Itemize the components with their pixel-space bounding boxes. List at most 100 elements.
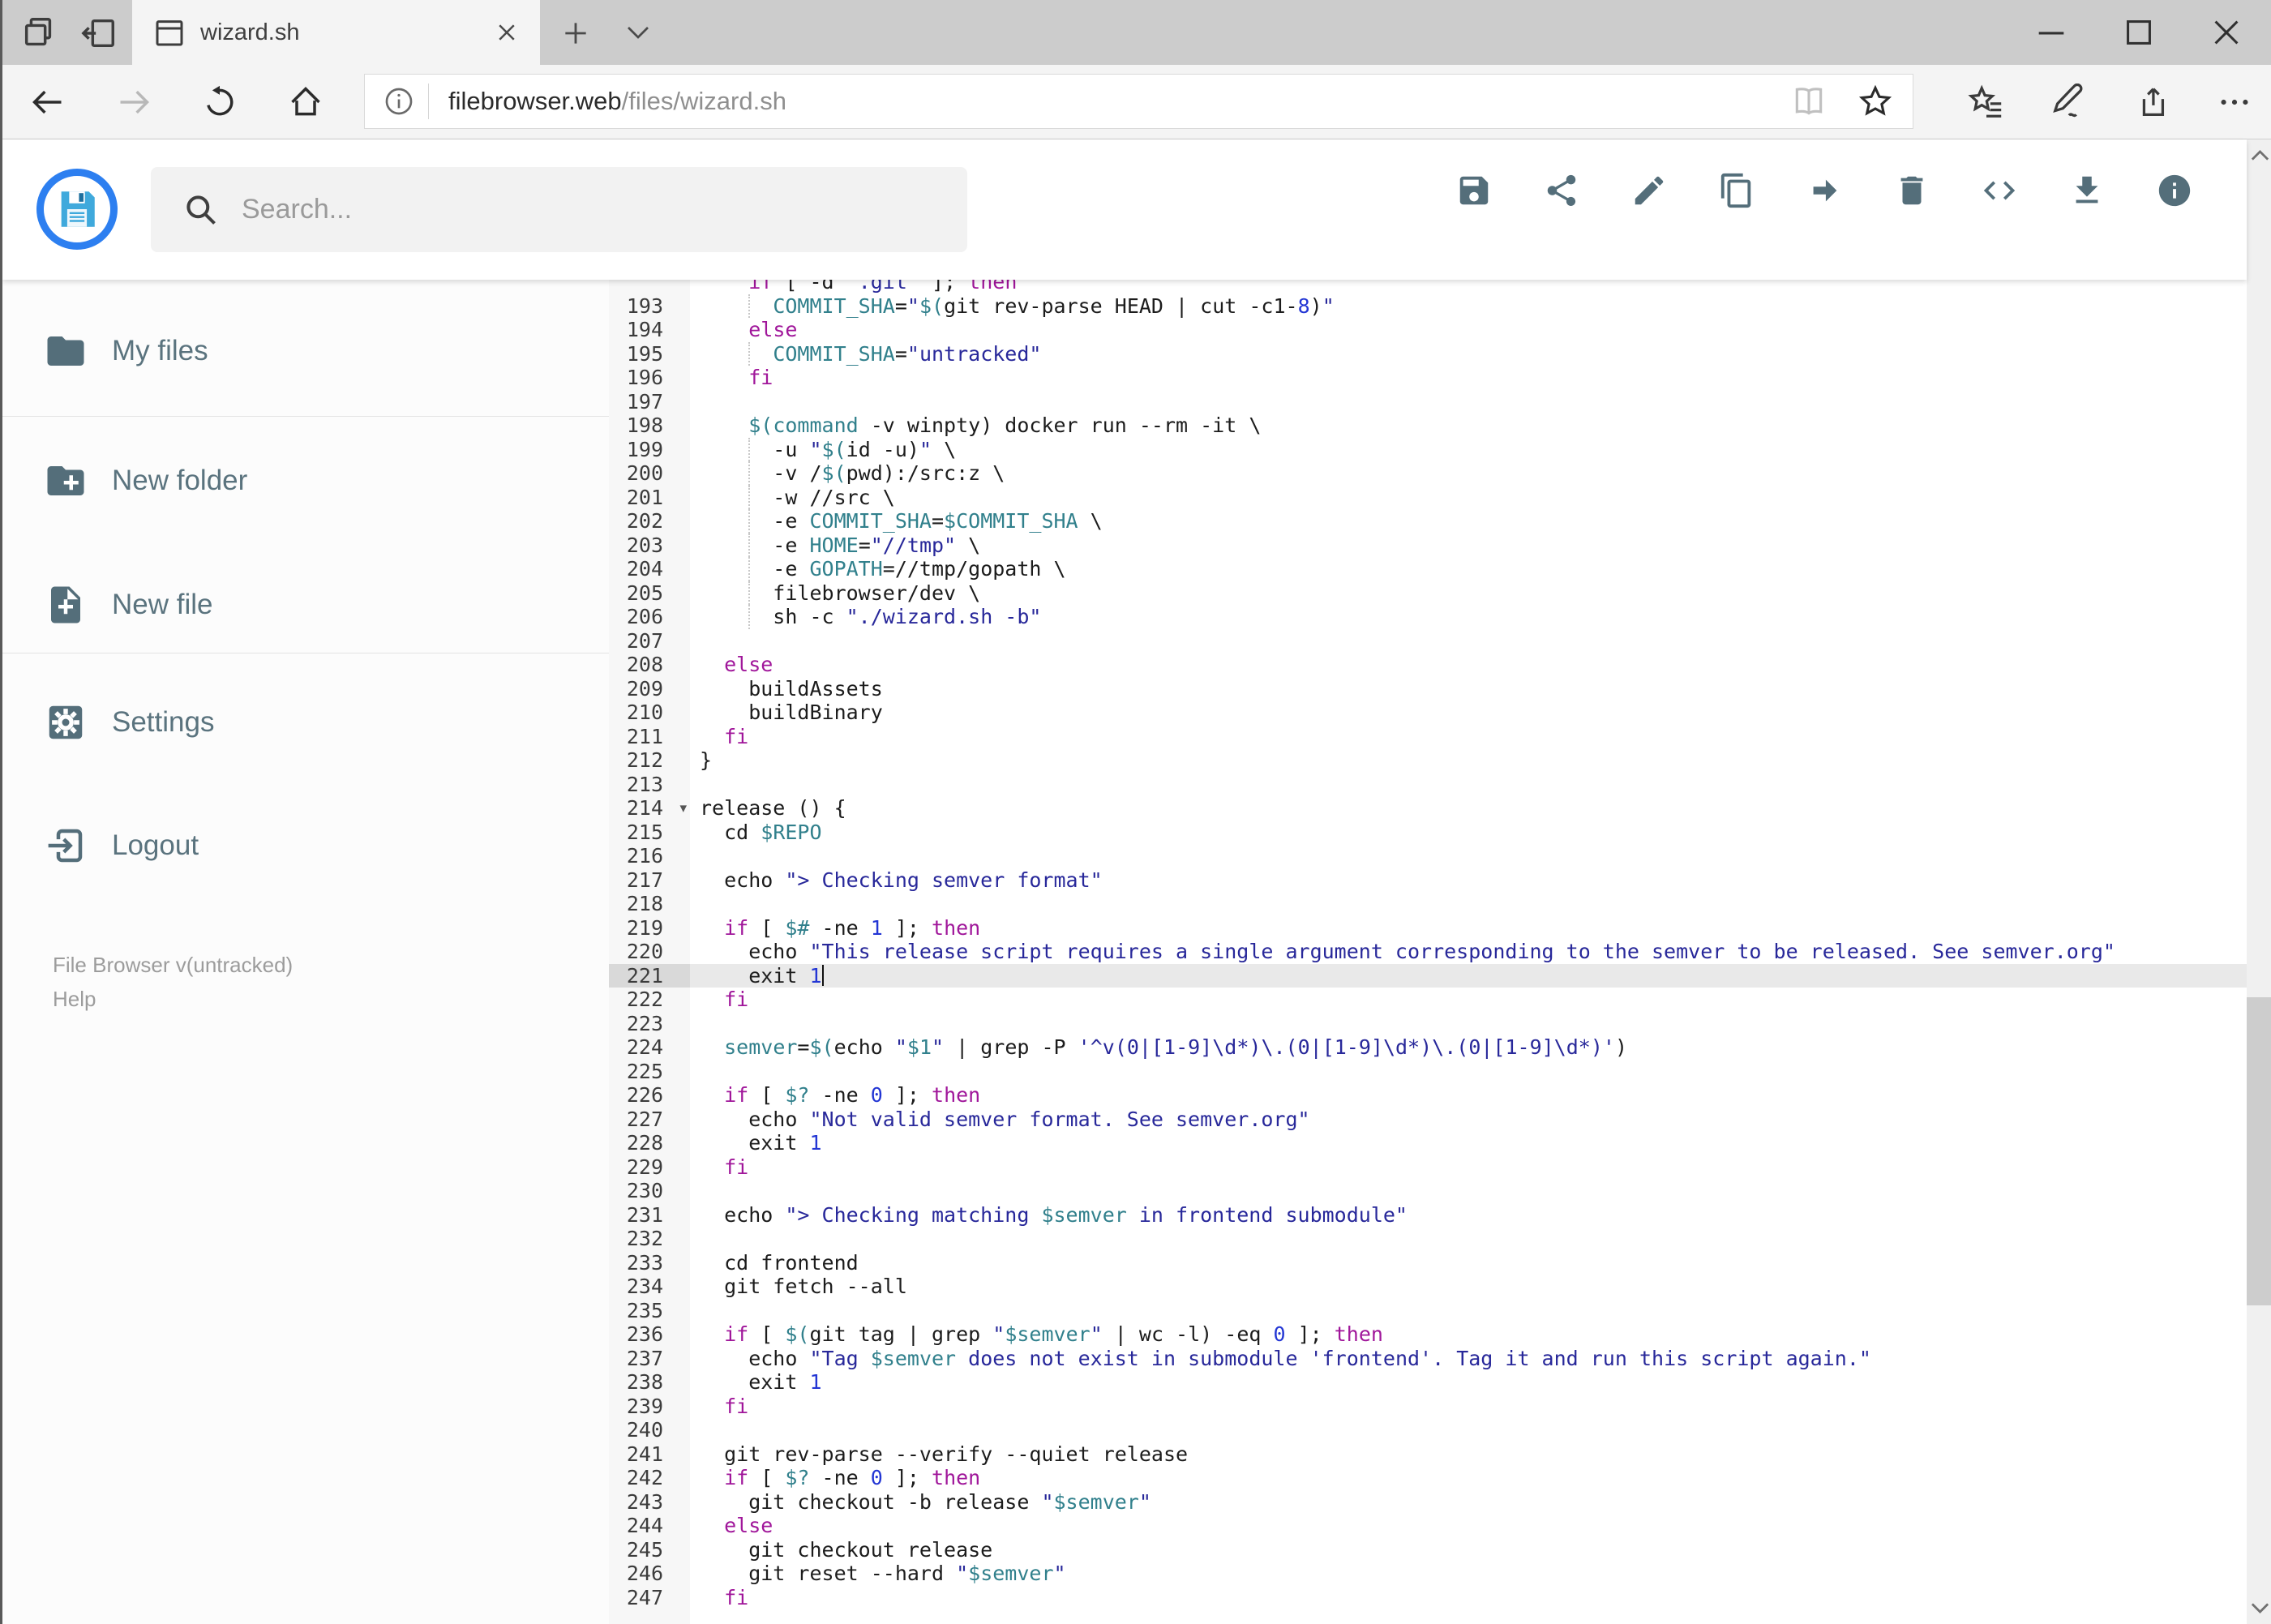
code-line[interactable]: 206 sh -c "./wizard.sh -b": [609, 605, 2247, 629]
code-button[interactable]: [1981, 172, 2018, 209]
sidebar-item-settings[interactable]: Settings: [2, 692, 609, 753]
maximize-button[interactable]: [2120, 14, 2157, 51]
sidebar-item-logout[interactable]: Logout: [2, 815, 609, 876]
code-line[interactable]: 209 buildAssets: [609, 676, 2247, 701]
code-line[interactable]: 210 buildBinary: [609, 701, 2247, 725]
site-info-icon[interactable]: [383, 85, 415, 118]
code-line[interactable]: 227 echo "Not valid semver format. See s…: [609, 1107, 2247, 1131]
favorites-hub-button[interactable]: [1968, 84, 2005, 121]
tabs-aside-button[interactable]: [20, 15, 58, 52]
code-line[interactable]: 220 echo "This release script requires a…: [609, 940, 2247, 964]
web-note-button[interactable]: [2050, 84, 2088, 121]
back-button[interactable]: [30, 84, 66, 120]
code-line[interactable]: 246 git reset --hard "$semver": [609, 1562, 2247, 1586]
search-input[interactable]: [240, 193, 967, 226]
code-line[interactable]: 215 cd $REPO: [609, 820, 2247, 844]
code-line[interactable]: 242 if [ $? -ne 0 ]; then: [609, 1466, 2247, 1490]
code-line[interactable]: 213: [609, 772, 2247, 796]
code-line[interactable]: 202 -e COMMIT_SHA=$COMMIT_SHA \: [609, 509, 2247, 533]
code-line[interactable]: 245 git checkout release: [609, 1537, 2247, 1562]
code-line[interactable]: 201 -w //src \: [609, 485, 2247, 509]
code-line[interactable]: 236 if [ $(git tag | grep "$semver" | wc…: [609, 1322, 2247, 1347]
code-line[interactable]: 234 git fetch --all: [609, 1275, 2247, 1299]
code-line[interactable]: 228 exit 1: [609, 1131, 2247, 1155]
scroll-down-arrow-icon[interactable]: [2247, 1594, 2271, 1621]
code-line[interactable]: 237 echo "Tag $semver does not exist in …: [609, 1346, 2247, 1370]
address-bar[interactable]: filebrowser.web/files/wizard.sh: [364, 74, 1913, 129]
favorite-star-icon[interactable]: [1858, 84, 1893, 119]
delete-button[interactable]: [1893, 172, 1930, 209]
home-button[interactable]: [288, 84, 324, 120]
code-line[interactable]: 233 cd frontend: [609, 1250, 2247, 1275]
code-line[interactable]: 244 else: [609, 1514, 2247, 1538]
code-line[interactable]: 240: [609, 1418, 2247, 1442]
code-line[interactable]: 247 fi: [609, 1585, 2247, 1609]
code-line[interactable]: 198 $(command -v winpty) docker run --rm…: [609, 413, 2247, 438]
reading-view-icon[interactable]: [1791, 84, 1827, 119]
download-button[interactable]: [2068, 172, 2106, 209]
app-logo[interactable]: [36, 169, 118, 250]
scrollbar-thumb[interactable]: [2247, 997, 2271, 1305]
code-line[interactable]: 238 exit 1: [609, 1370, 2247, 1395]
code-line[interactable]: 211 fi: [609, 724, 2247, 748]
code-line[interactable]: 232: [609, 1227, 2247, 1251]
code-line[interactable]: 194 else: [609, 318, 2247, 342]
share-button[interactable]: [1543, 172, 1580, 209]
browser-tab[interactable]: wizard.sh: [132, 0, 540, 65]
code-line[interactable]: 218: [609, 892, 2247, 916]
code-line[interactable]: if [ -d ".git" ]; then: [609, 280, 2247, 294]
scroll-up-arrow-icon[interactable]: [2247, 143, 2271, 169]
code-line[interactable]: 224 semver=$(echo "$1" | grep -P '^v(0|[…: [609, 1035, 2247, 1060]
code-line[interactable]: 222 fi: [609, 988, 2247, 1012]
more-options-button[interactable]: [2216, 84, 2253, 121]
code-line[interactable]: 207: [609, 628, 2247, 653]
minimize-button[interactable]: [2033, 14, 2070, 51]
move-button[interactable]: [1806, 172, 1843, 209]
code-line[interactable]: 195 COMMIT_SHA="untracked": [609, 341, 2247, 366]
code-line[interactable]: 241 git rev-parse --verify --quiet relea…: [609, 1442, 2247, 1466]
code-line[interactable]: 226 if [ $? -ne 0 ]; then: [609, 1083, 2247, 1108]
tab-preview-button[interactable]: [623, 23, 653, 44]
code-line[interactable]: 229 fi: [609, 1155, 2247, 1179]
sidebar-item-new-folder[interactable]: New folder: [2, 450, 609, 512]
code-line[interactable]: 199 -u "$(id -u)" \: [609, 437, 2247, 461]
close-window-button[interactable]: [2208, 14, 2245, 51]
code-line[interactable]: 219 if [ $# -ne 1 ]; then: [609, 915, 2247, 940]
code-line[interactable]: 196 fi: [609, 366, 2247, 390]
code-line[interactable]: 239 fi: [609, 1394, 2247, 1418]
sidebar-item-new-file[interactable]: New file: [2, 574, 609, 636]
code-editor[interactable]: if [ -d ".git" ]; then 193 COMMIT_SHA="$(…: [609, 280, 2247, 1624]
forward-button[interactable]: [116, 84, 152, 120]
tab-close-icon[interactable]: [495, 20, 519, 45]
edit-button[interactable]: [1630, 172, 1668, 209]
code-line[interactable]: 214 ▾ release () {: [609, 796, 2247, 821]
code-line[interactable]: 200 -v /$(pwd):/src:z \: [609, 461, 2247, 486]
code-line[interactable]: 230: [609, 1179, 2247, 1203]
new-tab-button[interactable]: [560, 18, 591, 49]
code-line[interactable]: 203 -e HOME="//tmp" \: [609, 533, 2247, 557]
code-line[interactable]: 235: [609, 1298, 2247, 1322]
code-line[interactable]: 243 git checkout -b release "$semver": [609, 1489, 2247, 1514]
code-line[interactable]: 223: [609, 1011, 2247, 1035]
code-line[interactable]: 204 -e GOPATH=//tmp/gopath \: [609, 557, 2247, 581]
code-line[interactable]: 193 COMMIT_SHA="$(git rev-parse HEAD | c…: [609, 294, 2247, 318]
code-line[interactable]: 205 filebrowser/dev \: [609, 581, 2247, 605]
fold-arrow-icon[interactable]: ▾: [679, 796, 687, 821]
copy-button[interactable]: [1718, 172, 1755, 209]
code-line[interactable]: 197: [609, 389, 2247, 413]
search-bar[interactable]: [151, 167, 967, 252]
refresh-button[interactable]: [202, 84, 238, 120]
page-scrollbar[interactable]: [2247, 139, 2271, 1624]
code-line[interactable]: 212}: [609, 748, 2247, 773]
code-line[interactable]: 221 exit 1: [609, 963, 2247, 988]
info-button[interactable]: [2156, 172, 2193, 209]
help-link[interactable]: Help: [53, 987, 96, 1012]
code-line[interactable]: 216: [609, 844, 2247, 868]
restore-tabs-button[interactable]: [80, 15, 118, 52]
share-page-button[interactable]: [2133, 84, 2170, 121]
code-line[interactable]: 225: [609, 1059, 2247, 1083]
code-line[interactable]: 208 else: [609, 653, 2247, 677]
code-line[interactable]: 231 echo "> Checking matching $semver in…: [609, 1202, 2247, 1227]
sidebar-item-my-files[interactable]: My files: [2, 320, 609, 382]
code-line[interactable]: 217 echo "> Checking semver format": [609, 868, 2247, 892]
